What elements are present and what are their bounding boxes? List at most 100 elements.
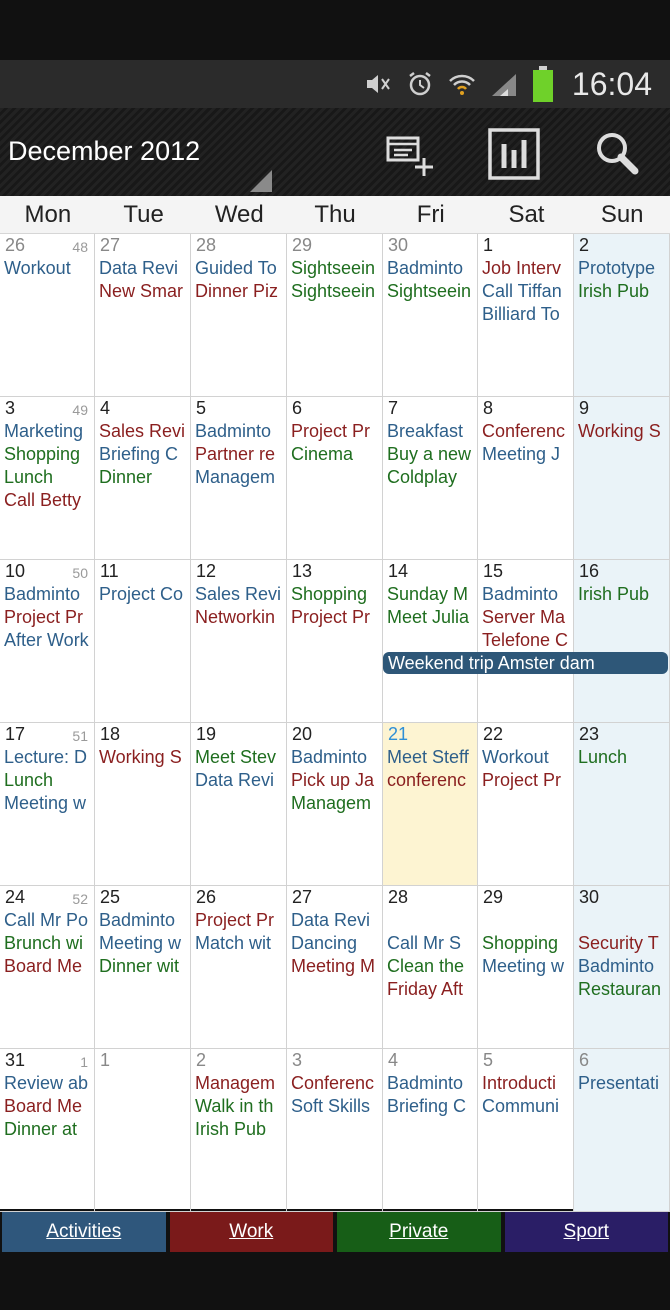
event-item[interactable]: Lecture: D xyxy=(4,746,94,769)
event-item[interactable]: Review ab xyxy=(4,1072,94,1095)
event-item[interactable]: Working S xyxy=(99,746,190,769)
event-item[interactable]: Brunch wi xyxy=(4,932,94,955)
event-item[interactable]: Pick up Ja xyxy=(291,769,382,792)
event-item[interactable]: Briefing C xyxy=(387,1095,477,1118)
event-item[interactable]: Workout xyxy=(4,257,94,280)
event-item[interactable]: Dinner at xyxy=(4,1118,94,1141)
event-item[interactable]: Irish Pub xyxy=(195,1118,286,1141)
event-item[interactable]: Badminto xyxy=(99,909,190,932)
event-item[interactable]: Call Betty xyxy=(4,489,94,512)
day-cell[interactable]: 10 50 Badminto Project Pr After Work xyxy=(0,560,95,723)
event-item[interactable]: Board Me xyxy=(4,1095,94,1118)
event-item[interactable]: Meet Steff xyxy=(387,746,477,769)
event-weekend-trip[interactable]: Weekend trip Amster dam xyxy=(383,652,668,674)
day-cell[interactable]: 3 Conferenc Soft Skills xyxy=(287,1049,383,1212)
day-cell[interactable]: 30 Security T Badminto Restauran xyxy=(574,886,670,1049)
category-work[interactable]: Work xyxy=(169,1212,333,1252)
event-item[interactable]: Sales Revi xyxy=(99,420,190,443)
event-item[interactable]: Soft Skills xyxy=(291,1095,382,1118)
day-cell[interactable]: 1 xyxy=(95,1049,191,1212)
category-sport[interactable]: Sport xyxy=(504,1212,668,1252)
event-item[interactable]: Badminto xyxy=(291,746,382,769)
event-item[interactable]: Sightseein xyxy=(387,280,477,303)
day-cell[interactable]: 5 Badminto Partner re Managem xyxy=(191,397,287,560)
event-item[interactable]: Sightseein xyxy=(291,280,382,303)
event-item[interactable]: Meeting w xyxy=(482,955,573,978)
day-cell[interactable]: 11 Project Co xyxy=(95,560,191,723)
day-cell[interactable]: 26 48 Workout xyxy=(0,234,95,397)
day-cell[interactable]: 21 Meet Steff conferenc xyxy=(383,723,478,886)
event-item[interactable]: Presentati xyxy=(578,1072,669,1095)
event-item[interactable]: Project Pr xyxy=(482,769,573,792)
event-item[interactable]: Board Me xyxy=(4,955,94,978)
event-item[interactable]: Badminto xyxy=(578,955,669,978)
event-item[interactable]: Call Tiffan xyxy=(482,280,573,303)
event-item[interactable]: Managem xyxy=(291,792,382,815)
event-item[interactable]: Managem xyxy=(195,466,286,489)
event-item[interactable]: Workout xyxy=(482,746,573,769)
day-cell[interactable]: 27 Data Revi Dancing Meeting M xyxy=(287,886,383,1049)
event-item[interactable]: Briefing C xyxy=(99,443,190,466)
day-cell[interactable]: 4 Badminto Briefing C xyxy=(383,1049,478,1212)
search-button[interactable] xyxy=(590,126,646,182)
event-item[interactable]: Introducti xyxy=(482,1072,573,1095)
event-item[interactable]: Irish Pub xyxy=(578,280,669,303)
event-item[interactable]: Communi xyxy=(482,1095,573,1118)
event-item[interactable]: Meet Stev xyxy=(195,746,286,769)
day-cell[interactable]: 30 Badminto Sightseein xyxy=(383,234,478,397)
day-cell[interactable]: 3 49 Marketing Shopping Lunch Call Betty xyxy=(0,397,95,560)
event-item[interactable]: Dinner wit xyxy=(99,955,190,978)
event-item[interactable]: Security T xyxy=(578,932,669,955)
event-item[interactable]: Marketing xyxy=(4,420,94,443)
event-item[interactable]: Conferenc xyxy=(291,1072,382,1095)
event-item[interactable]: Badminto xyxy=(195,420,286,443)
event-item[interactable]: Lunch xyxy=(578,746,669,769)
event-item[interactable]: Job Interv xyxy=(482,257,573,280)
event-item[interactable]: Badminto xyxy=(4,583,94,606)
event-item[interactable]: Networkin xyxy=(195,606,286,629)
event-item[interactable]: Working S xyxy=(578,420,669,443)
event-item[interactable]: Data Revi xyxy=(195,769,286,792)
day-cell[interactable]: 12 Sales Revi Networkin xyxy=(191,560,287,723)
event-item[interactable]: Prototype xyxy=(578,257,669,280)
event-item[interactable]: Lunch xyxy=(4,769,94,792)
event-item[interactable]: Dinner Piz xyxy=(195,280,286,303)
day-cell[interactable]: 28 Guided To Dinner Piz xyxy=(191,234,287,397)
event-item[interactable]: Breakfast xyxy=(387,420,477,443)
event-item[interactable]: Buy a new xyxy=(387,443,477,466)
event-item[interactable]: Shopping xyxy=(482,932,573,955)
event-item[interactable]: Irish Pub xyxy=(578,583,669,606)
category-private[interactable]: Private xyxy=(337,1212,501,1252)
day-cell[interactable]: 7 Breakfast Buy a new Coldplay xyxy=(383,397,478,560)
event-item[interactable]: Shopping xyxy=(4,443,94,466)
event-item[interactable]: Meeting M xyxy=(291,955,382,978)
event-item[interactable]: Call Mr S xyxy=(387,932,477,955)
day-cell[interactable]: 14 Sunday M Meet Julia xyxy=(383,560,478,723)
day-cell[interactable]: 28 Call Mr S Clean the Friday Aft xyxy=(383,886,478,1049)
event-item[interactable]: Meet Julia xyxy=(387,606,477,629)
event-item[interactable]: Server Ma xyxy=(482,606,573,629)
day-cell[interactable]: 24 52 Call Mr Po Brunch wi Board Me xyxy=(0,886,95,1049)
day-cell[interactable]: 20 Badminto Pick up Ja Managem xyxy=(287,723,383,886)
event-item[interactable]: Telefone C xyxy=(482,629,573,652)
event-item[interactable]: Data Revi xyxy=(99,257,190,280)
event-item[interactable]: Managem xyxy=(195,1072,286,1095)
day-cell[interactable]: 16 Irish Pub xyxy=(574,560,670,723)
event-item[interactable]: Meeting w xyxy=(4,792,94,815)
day-cell[interactable]: 9 Working S xyxy=(574,397,670,560)
event-item[interactable]: Badminto xyxy=(387,1072,477,1095)
event-item[interactable]: Call Mr Po xyxy=(4,909,94,932)
month-title[interactable]: December 2012 xyxy=(8,136,200,167)
event-item[interactable]: Sales Revi xyxy=(195,583,286,606)
day-cell[interactable]: 22 Workout Project Pr xyxy=(478,723,574,886)
day-cell[interactable]: 4 Sales Revi Briefing C Dinner xyxy=(95,397,191,560)
event-item[interactable]: Meeting w xyxy=(99,932,190,955)
event-item[interactable]: Friday Aft xyxy=(387,978,477,1001)
event-item[interactable]: Sightseein xyxy=(291,257,382,280)
event-item[interactable]: Project Co xyxy=(99,583,190,606)
event-item[interactable]: Clean the xyxy=(387,955,477,978)
day-cell[interactable]: 6 Presentati xyxy=(574,1049,670,1212)
day-cell[interactable]: 18 Working S xyxy=(95,723,191,886)
day-cell[interactable]: 1 Job Interv Call Tiffan Billiard To xyxy=(478,234,574,397)
month-dropdown-icon[interactable] xyxy=(250,170,272,192)
